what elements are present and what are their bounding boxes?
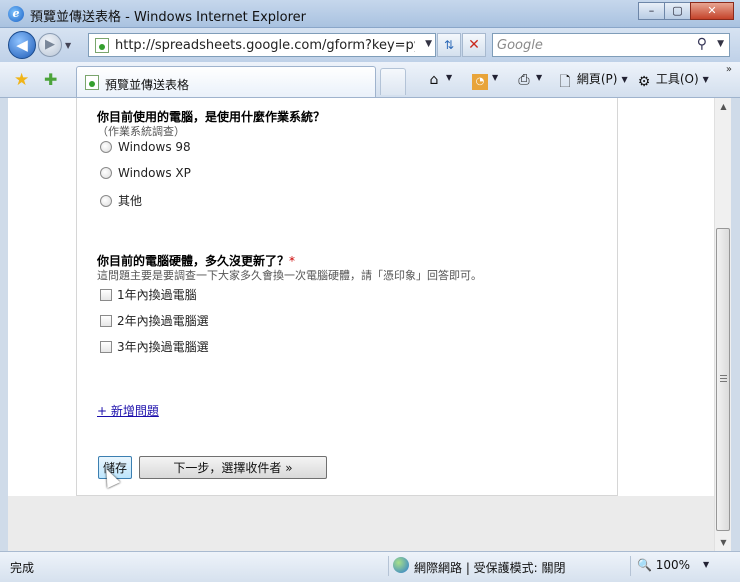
radio-option-windowsxp[interactable]: Windows XP xyxy=(100,166,191,180)
checkbox-option-3year[interactable]: 3年內換過電腦選 xyxy=(100,338,209,355)
close-button[interactable]: ✕ xyxy=(690,2,734,20)
tools-menu-label: 工具(O) xyxy=(655,72,699,86)
forms-favicon-icon xyxy=(95,38,109,53)
add-favorite-icon[interactable]: ✚ xyxy=(44,70,57,89)
search-icon[interactable]: ⚲ xyxy=(697,36,707,52)
zoom-icon: 🔍 xyxy=(637,558,652,572)
tab-favicon-icon xyxy=(85,75,99,90)
radio-option-other[interactable]: 其他 xyxy=(100,192,142,209)
feeds-button[interactable]: ◔ ▼ xyxy=(472,70,498,90)
required-mark: * xyxy=(289,254,296,268)
chevron-more-icon[interactable]: » xyxy=(726,64,732,75)
form-panel: 你目前使用的電腦，是使用什麼作業系統？ （作業系統調查） Windows 98 … xyxy=(76,98,618,496)
search-input[interactable] xyxy=(497,36,687,54)
globe-icon xyxy=(393,557,409,573)
question1-help: （作業系統調查） xyxy=(97,125,185,138)
refresh-button[interactable]: ⇅ xyxy=(437,33,461,57)
page-menu-label: 網頁(P) xyxy=(576,72,618,86)
question2-help: 這問題主要是要調查一下大家多久會換一次電腦硬體，請「憑印象」回答即可。 xyxy=(97,269,482,282)
option-label: Windows XP xyxy=(118,166,191,180)
title-bar: e 預覽並傳送表格 - Windows Internet Explorer – … xyxy=(0,0,740,28)
favorites-star-icon[interactable]: ★ xyxy=(14,70,29,90)
status-text: 完成 xyxy=(10,561,35,575)
window-controls: – ▢ ✕ xyxy=(638,2,734,20)
gear-icon: ⚙ xyxy=(637,74,651,90)
search-box[interactable]: ⚲ ▼ xyxy=(492,33,730,57)
add-question-link[interactable]: + 新增問題 xyxy=(97,402,159,419)
checkbox[interactable] xyxy=(100,288,112,301)
tools-menu[interactable]: ⚙ 工具(O) ▼ xyxy=(636,70,709,90)
page-menu[interactable]: 🗋 網頁(P) ▼ xyxy=(557,70,627,90)
vertical-scrollbar[interactable]: ▲ ▼ xyxy=(714,98,731,551)
next-choose-recipients-button[interactable]: 下一步，選擇收件者 » xyxy=(139,456,327,479)
checkbox[interactable] xyxy=(100,314,112,327)
scroll-thumb[interactable] xyxy=(716,228,730,531)
address-bar[interactable]: http://spreadsheets.google.com/gform?key… xyxy=(88,33,436,57)
ie-logo-icon: e xyxy=(8,6,24,22)
security-zone[interactable]: 網際網路 | 受保護模式: 關閉 xyxy=(414,559,566,576)
zoom-value: 100% xyxy=(655,558,691,572)
maximize-button[interactable]: ▢ xyxy=(664,2,691,20)
url-dropdown-icon[interactable]: ▼ xyxy=(425,39,432,49)
radio-option-windows98[interactable]: Windows 98 xyxy=(100,140,191,154)
status-bar: 完成 網際網路 | 受保護模式: 關閉 🔍 100% ▼ xyxy=(0,551,740,582)
option-label: 3年內換過電腦選 xyxy=(117,340,209,354)
back-button[interactable]: ◀ xyxy=(8,31,36,59)
radio-button[interactable] xyxy=(100,194,112,207)
option-label: 其他 xyxy=(118,194,143,208)
search-dropdown-icon[interactable]: ▼ xyxy=(717,39,724,49)
home-button[interactable]: ⌂ ▼ xyxy=(426,70,453,88)
page-background xyxy=(8,496,714,551)
checkbox[interactable] xyxy=(100,340,112,353)
checkbox-option-1year[interactable]: 1年內換過電腦 xyxy=(100,286,197,303)
zoom-level[interactable]: 🔍 100% xyxy=(637,558,690,572)
stop-button[interactable]: ✕ xyxy=(462,33,486,57)
option-label: 2年內換過電腦選 xyxy=(117,314,209,328)
minimize-button[interactable]: – xyxy=(638,2,665,20)
printer-icon: ⎙ xyxy=(518,72,530,88)
tab-preview-form[interactable]: 預覽並傳送表格 xyxy=(76,66,376,97)
rss-icon: ◔ xyxy=(472,74,488,90)
address-toolbar: ◀ ▶ ▼ http://spreadsheets.google.com/gfo… xyxy=(0,28,740,62)
status-divider xyxy=(630,556,631,576)
page-viewport: 你目前使用的電腦，是使用什麼作業系統？ （作業系統調查） Windows 98 … xyxy=(8,98,714,551)
command-bar: ★ ✚ 預覽並傳送表格 ⌂ ▼ ◔ ▼ ⎙ ▼ 🗋 網頁(P) ▼ ⚙ 工具(O) ▼ » xyxy=(0,62,740,98)
page-icon: 🗋 xyxy=(559,74,571,90)
window-title: 預覽並傳送表格 - Windows Internet Explorer xyxy=(30,10,306,25)
new-tab-button[interactable] xyxy=(380,68,406,95)
url-text[interactable]: http://spreadsheets.google.com/gform?key… xyxy=(115,38,415,53)
history-dropdown-icon[interactable]: ▼ xyxy=(65,41,71,50)
option-label: Windows 98 xyxy=(118,140,191,154)
zoom-dropdown-icon[interactable]: ▼ xyxy=(703,560,709,569)
radio-button[interactable] xyxy=(100,141,112,153)
radio-button[interactable] xyxy=(100,167,112,179)
forward-button[interactable]: ▶ xyxy=(38,33,62,57)
scroll-down-button[interactable]: ▼ xyxy=(715,534,732,551)
option-label: 1年內換過電腦 xyxy=(117,288,197,302)
print-button[interactable]: ⎙ ▼ xyxy=(516,70,542,88)
home-icon: ⌂ xyxy=(429,72,439,88)
question2-title-text: 你目前的電腦硬體，多久沒更新了？ xyxy=(97,254,290,268)
scroll-up-button[interactable]: ▲ xyxy=(715,98,732,115)
checkbox-option-2year[interactable]: 2年內換過電腦選 xyxy=(100,312,209,329)
tab-label: 預覽並傳送表格 xyxy=(105,78,190,92)
grip-icon xyxy=(720,375,727,382)
status-divider xyxy=(388,556,389,576)
